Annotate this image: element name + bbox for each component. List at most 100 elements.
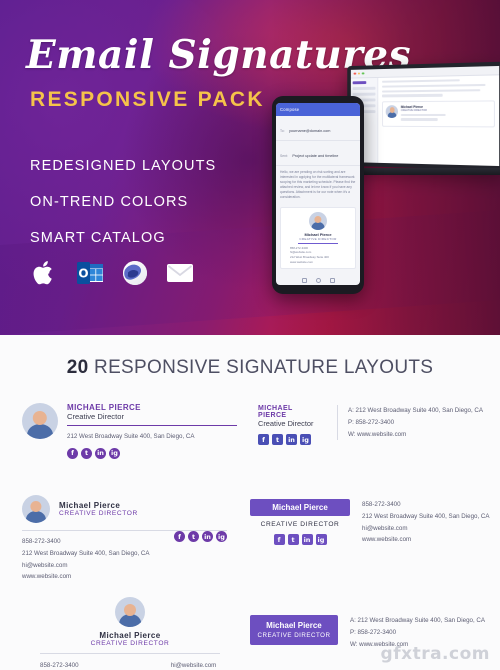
phone-compose-bar: Compose <box>276 103 360 116</box>
hero-feature-item: ON-TREND COLORS <box>30 194 189 210</box>
compose-label: Compose <box>280 107 300 112</box>
phone-to-row: To: yourname@domain.com <box>276 116 360 141</box>
signature-role: CREATIVE DIRECTOR <box>299 236 337 241</box>
to-value: yourname@domain.com <box>288 129 331 133</box>
facebook-icon[interactable]: f <box>174 531 185 542</box>
laptop-nav-item <box>352 86 376 91</box>
signature-name: Michael Pierce <box>59 501 121 510</box>
signature-contact-line: 858-272-3400 <box>40 662 79 669</box>
signature-name: MICHAEL PIERCE <box>258 405 293 419</box>
signature-name: Michael Pierce <box>266 621 322 630</box>
linkedin-icon[interactable]: in <box>286 434 297 445</box>
phone-subject-row: Sent: Project update and timeline <box>276 141 360 166</box>
signature-name: MICHAEL PIERCE <box>67 403 141 412</box>
phone-home-button[interactable] <box>315 278 321 283</box>
signature-banner: Michael Pierce <box>250 499 350 516</box>
signature-contact-line: hi@website.com <box>22 561 68 569</box>
twitter-icon[interactable]: t <box>188 531 199 542</box>
avatar <box>309 211 327 230</box>
instagram-icon[interactable]: ig <box>216 531 227 542</box>
showcase-heading-text: RESPONSIVE SIGNATURE LAYOUTS <box>94 357 434 378</box>
social-links[interactable]: f t in ig <box>174 531 227 542</box>
laptop-content: Michael Pierce CREATIVE DIRECTOR <box>350 75 499 170</box>
social-links[interactable]: f t in ig <box>250 534 350 545</box>
linkedin-icon[interactable]: in <box>301 534 313 545</box>
to-label: To: <box>280 129 285 133</box>
laptop-text-line <box>400 118 438 121</box>
laptop-text-line <box>381 94 443 97</box>
mail-icon <box>165 258 195 288</box>
signature-contact-line: P: 858-272-3400 <box>349 628 397 636</box>
signature-role: CREATIVE DIRECTOR <box>400 108 427 112</box>
signature-contact-line: www.website.com <box>362 536 412 544</box>
hero-subtitle: RESPONSIVE PACK <box>30 88 265 111</box>
laptop-base <box>340 167 500 176</box>
subject-value: Project update and timeline <box>292 154 339 158</box>
signature-contact-line: hi@website.com <box>170 662 217 669</box>
laptop-screen: Michael Pierce CREATIVE DIRECTOR <box>347 61 500 171</box>
svg-text:O: O <box>78 266 88 280</box>
showcase-heading-number: 20 <box>66 357 89 378</box>
signature-card-4[interactable]: Michael Pierce CREATIVE DIRECTOR f t in … <box>250 499 490 546</box>
window-close-dot <box>353 72 356 75</box>
phone-signature: Michael Pierce CREATIVE DIRECTOR 858-272… <box>280 206 356 270</box>
laptop-text-line <box>400 113 446 116</box>
showcase-heading: 20 RESPONSIVE SIGNATURE LAYOUTS <box>0 335 500 379</box>
hero-feature-item: SMART CATALOG <box>30 230 166 246</box>
signature-card-3[interactable]: Michael Pierce CREATIVE DIRECTOR 858-272… <box>22 495 227 583</box>
laptop-email-body: Michael Pierce CREATIVE DIRECTOR <box>378 75 499 170</box>
signature-role: CREATIVE DIRECTOR <box>257 632 331 639</box>
instagram-icon[interactable]: ig <box>315 534 327 545</box>
laptop-text-line <box>381 83 486 88</box>
facebook-icon[interactable]: f <box>67 447 78 459</box>
hero-app-icons: O <box>30 258 195 288</box>
facebook-icon[interactable]: f <box>273 534 285 545</box>
signature-contact-line: A: 212 West Broadway Suite 400, San Dieg… <box>349 617 485 624</box>
signature-card-1[interactable]: MICHAEL PIERCE Creative Director 212 Wes… <box>22 403 237 459</box>
signature-address: 212 West Broadway Suite 400, San Diego, … <box>67 433 195 440</box>
signature-card-5[interactable]: Michael Pierce CREATIVE DIRECTOR 858-272… <box>40 597 220 670</box>
showcase-section: 20 RESPONSIVE SIGNATURE LAYOUTS MICHAEL … <box>0 335 500 670</box>
signature-contact-line: 212 West Broadway Suite 400, San Diego, … <box>22 549 150 557</box>
signature-contact-line: hi@website.com <box>362 524 408 532</box>
facebook-icon[interactable]: f <box>258 434 269 445</box>
phone-back-button[interactable] <box>301 278 307 283</box>
signature-divider <box>67 425 237 426</box>
laptop-text-line <box>381 88 481 93</box>
phone-nav-buttons[interactable] <box>276 278 360 283</box>
twitter-icon[interactable]: t <box>81 447 92 459</box>
linkedin-icon[interactable]: in <box>95 447 106 459</box>
thunderbird-icon <box>120 258 150 288</box>
poster-page: Email Signatures RESPONSIVE PACK REDESIG… <box>0 0 500 670</box>
social-links[interactable]: f t in ig <box>67 447 237 459</box>
instagram-icon[interactable]: ig <box>109 447 120 459</box>
twitter-icon[interactable]: t <box>272 434 283 445</box>
window-maximize-dot <box>361 72 364 75</box>
hero-feature-item: REDESIGNED LAYOUTS <box>30 158 217 174</box>
signature-role: CREATIVE DIRECTOR <box>59 510 138 517</box>
signature-role: Creative Director <box>67 412 124 421</box>
signature-banner: Michael Pierce CREATIVE DIRECTOR <box>250 615 338 645</box>
signature-role: CREATIVE DIRECTOR <box>90 640 170 647</box>
laptop-nav-item <box>352 92 376 96</box>
signature-name: Michael Pierce <box>272 503 328 512</box>
avatar <box>22 495 50 523</box>
phone-body-text: Hello, we are pending on risk sorting an… <box>280 170 356 199</box>
social-links[interactable]: f t in ig <box>258 434 323 445</box>
subject-label: Sent: <box>280 154 288 158</box>
signature-role: Creative Director <box>258 419 314 428</box>
signature-line: www.website.com <box>290 259 313 264</box>
instagram-icon[interactable]: ig <box>300 434 311 445</box>
signature-contact-line: W: www.website.com <box>347 430 407 438</box>
phone-recents-button[interactable] <box>329 278 335 283</box>
signature-contact-line: A: 212 West Broadway Suite 400, San Dieg… <box>347 407 483 414</box>
signature-role: CREATIVE DIRECTOR <box>260 521 340 528</box>
signature-card-2[interactable]: MICHAEL PIERCE Creative Director f t in … <box>258 405 483 445</box>
watermark: gfxtra.com <box>380 644 490 664</box>
linkedin-icon[interactable]: in <box>202 531 213 542</box>
phone-screen: Compose To: yourname@domain.com Sent: Pr… <box>276 103 360 285</box>
signature-divider <box>297 242 339 244</box>
apple-icon <box>30 258 60 288</box>
twitter-icon[interactable]: t <box>287 534 299 545</box>
avatar <box>385 104 398 118</box>
